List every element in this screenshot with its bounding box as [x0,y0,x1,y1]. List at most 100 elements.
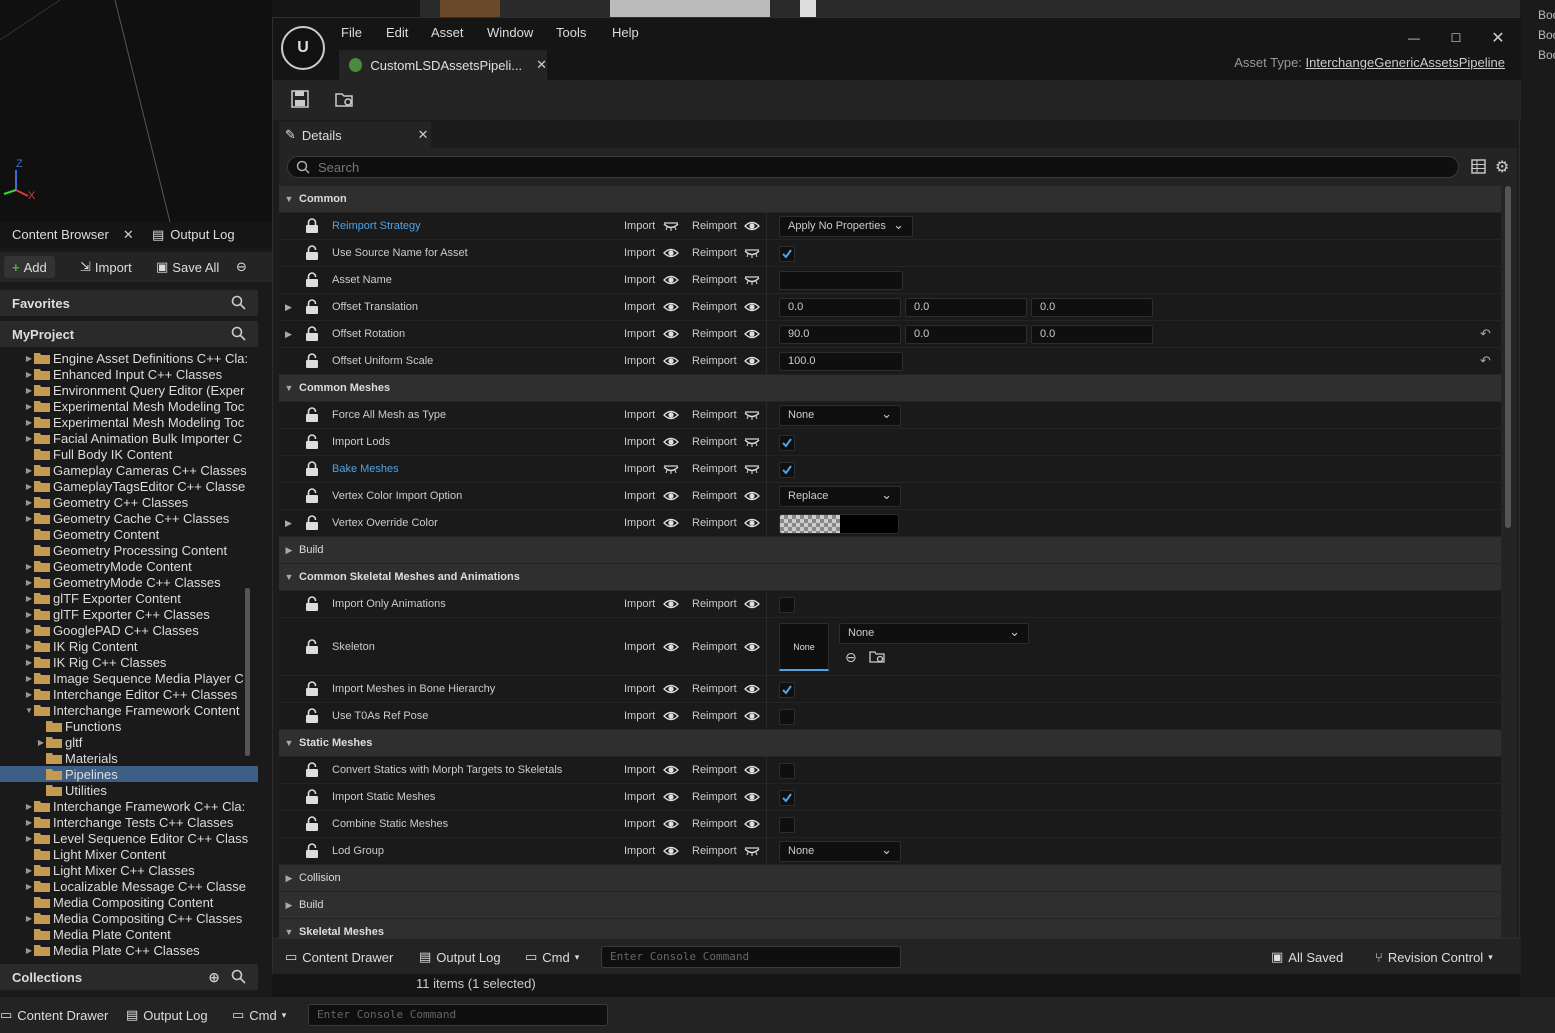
menu-window[interactable]: Window [487,25,533,40]
menu-help[interactable]: Help [612,25,639,40]
folder-tree-item[interactable]: Functions [0,718,258,734]
eye-open-icon[interactable] [744,790,760,804]
unlock-icon[interactable] [305,762,319,778]
output-log-button[interactable]: ▤ Output Log [419,945,501,969]
level-viewport[interactable]: Z X [0,0,272,222]
chevron-right-icon[interactable]: ▶ [24,878,34,894]
menu-edit[interactable]: Edit [386,25,408,40]
chevron-right-icon[interactable] [36,782,46,798]
folder-tree-item[interactable]: ▶ Media Plate C++ Classes [0,942,258,958]
chevron-right-icon[interactable]: ▶ [24,654,34,670]
property-checkbox[interactable] [779,435,795,451]
unlock-icon[interactable] [305,843,319,859]
eye-open-icon[interactable] [744,219,760,233]
minimize-button[interactable]: — [1399,26,1429,50]
chevron-down-icon[interactable]: ▼ [24,702,34,718]
eye-open-icon[interactable] [663,327,679,341]
chevron-right-icon[interactable]: ▶ [24,622,34,638]
eye-open-icon[interactable] [744,327,760,341]
folder-tree-item[interactable]: ▶ Experimental Mesh Modeling Toc [0,398,258,414]
chevron-right-icon[interactable]: ▶ [279,873,299,884]
eye-open-icon[interactable] [744,709,760,723]
chevron-right-icon[interactable]: ▶ [24,510,34,526]
chevron-right-icon[interactable] [24,894,34,910]
folder-tree-item[interactable]: Geometry Content [0,526,258,542]
favorites-header[interactable]: Favorites [0,290,258,316]
folder-tree-item[interactable]: ▶ Image Sequence Media Player C [0,670,258,686]
project-header[interactable]: MyProject [0,321,258,347]
chevron-right-icon[interactable]: ▶ [285,510,292,536]
category-header[interactable]: ▼ Skeletal Meshes [279,919,1501,938]
unlock-icon[interactable] [305,326,319,342]
folder-tree-item[interactable]: ▶ Experimental Mesh Modeling Toc [0,414,258,430]
folder-tree-item[interactable]: Light Mixer Content [0,846,258,862]
property-checkbox[interactable] [779,462,795,478]
close-icon[interactable]: ✕ [123,222,134,248]
eye-open-icon[interactable] [663,246,679,260]
chevron-right-icon[interactable]: ▶ [24,798,34,814]
folder-tree-item[interactable]: ▶ Interchange Framework C++ Cla: [0,798,258,814]
chevron-right-icon[interactable] [24,926,34,942]
property-checkbox[interactable] [779,790,795,806]
eye-open-icon[interactable] [744,640,760,654]
unlock-icon[interactable] [305,434,319,450]
chevron-right-icon[interactable]: ▶ [24,606,34,622]
folder-tree-item[interactable]: ▶ Light Mixer C++ Classes [0,862,258,878]
eye-open-icon[interactable] [663,640,679,654]
property-checkbox[interactable] [779,246,795,262]
chevron-right-icon[interactable]: ▶ [24,574,34,590]
chevron-down-icon[interactable]: ▼ [279,927,299,937]
content-drawer-button[interactable]: ▭ Content Drawer [0,1003,108,1027]
folder-tree-item[interactable]: ▶ IK Rig C++ Classes [0,654,258,670]
folder-tree-item[interactable]: ▶ Geometry Cache C++ Classes [0,510,258,526]
folder-tree-item[interactable]: ▶ Interchange Editor C++ Classes [0,686,258,702]
unlock-icon[interactable] [305,353,319,369]
folder-tree-item[interactable]: ▶ Interchange Tests C++ Classes [0,814,258,830]
chevron-right-icon[interactable]: ▶ [24,366,34,382]
cmd-dropdown[interactable]: ▭ Cmd ▾ [525,945,579,969]
folder-tree-item[interactable]: Media Compositing Content [0,894,258,910]
property-checkbox[interactable] [779,597,795,613]
unlock-icon[interactable] [305,596,319,612]
eye-open-icon[interactable] [663,408,679,422]
chevron-right-icon[interactable]: ▶ [24,942,34,958]
unlock-icon[interactable] [305,789,319,805]
folder-tree-item[interactable]: Utilities [0,782,258,798]
eye-closed-icon[interactable] [663,219,679,233]
chevron-down-icon[interactable]: ▼ [279,194,299,204]
eye-open-icon[interactable] [663,817,679,831]
unlock-icon[interactable] [305,816,319,832]
property-text-field[interactable]: 100.0 [779,352,903,371]
vector-component-field[interactable]: 0.0 [1031,325,1153,344]
eye-open-icon[interactable] [663,516,679,530]
eye-closed-icon[interactable] [744,435,760,449]
details-scrollbar[interactable] [1505,186,1511,528]
folder-tree-item[interactable]: ▶ glTF Exporter Content [0,590,258,606]
category-header[interactable]: ▼ Common Meshes [279,375,1501,401]
property-dropdown[interactable]: Replace ⌄ [779,486,901,507]
property-checkbox[interactable] [779,763,795,779]
folder-tree-item[interactable]: ▶ Level Sequence Editor C++ Class [0,830,258,846]
skeleton-dropdown[interactable]: None ⌄ [839,623,1029,644]
chevron-right-icon[interactable]: ▶ [285,321,292,347]
eye-closed-icon[interactable] [744,462,760,476]
eye-open-icon[interactable] [663,435,679,449]
chevron-right-icon[interactable]: ▶ [24,398,34,414]
chevron-right-icon[interactable]: ▶ [24,686,34,702]
chevron-right-icon[interactable] [36,718,46,734]
property-text-field[interactable] [779,271,903,290]
menu-tools[interactable]: Tools [556,25,586,40]
console-command-input[interactable]: Enter Console Command [308,1004,608,1026]
unlock-icon[interactable] [305,245,319,261]
category-header[interactable]: ▼ Common [279,186,1501,212]
chevron-right-icon[interactable]: ▶ [285,294,292,320]
close-icon[interactable]: ✕ [536,57,547,73]
property-checkbox[interactable] [779,709,795,725]
eye-open-icon[interactable] [744,354,760,368]
unlock-icon[interactable] [305,299,319,315]
chevron-right-icon[interactable] [24,542,34,558]
folder-tree-item[interactable]: ▶ GameplayTagsEditor C++ Classe [0,478,258,494]
eye-open-icon[interactable] [663,354,679,368]
unlock-icon[interactable] [305,681,319,697]
color-swatch[interactable] [779,514,899,534]
